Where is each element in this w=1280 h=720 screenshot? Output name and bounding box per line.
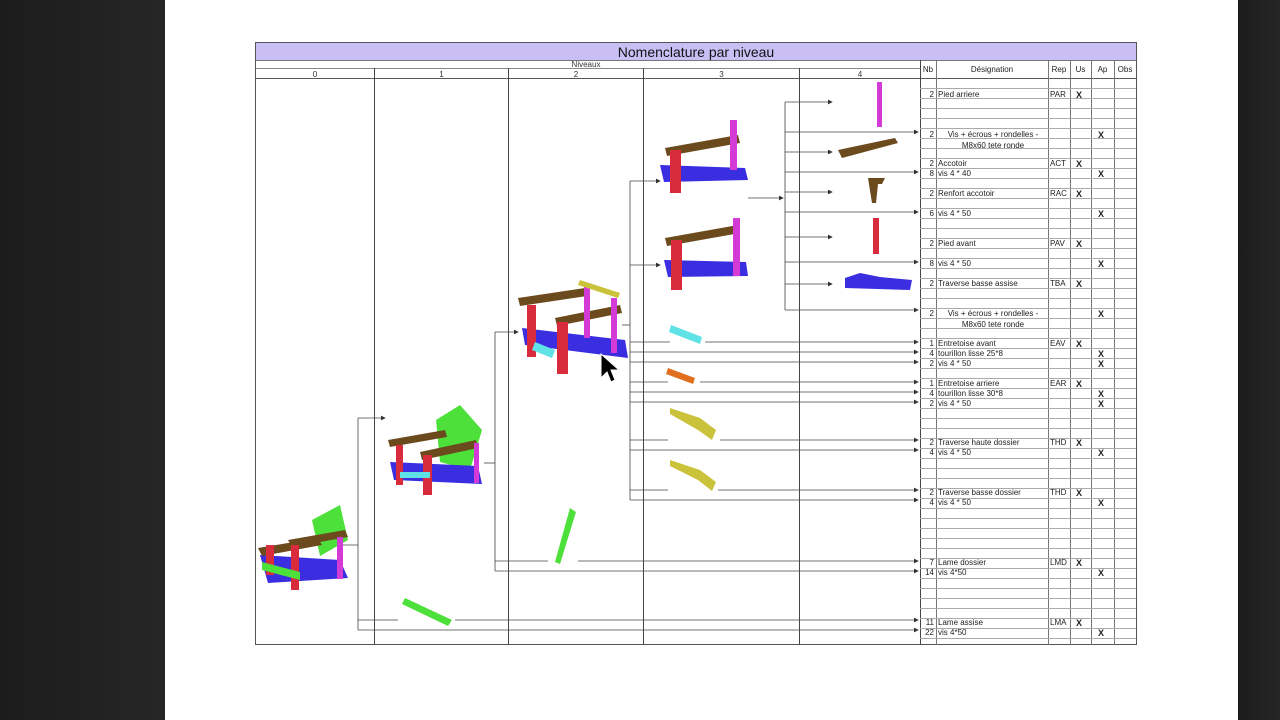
connector-lines: [340, 99, 919, 633]
part-entretoise-arriere: [666, 368, 695, 384]
part-pied-arriere: [877, 82, 882, 127]
side-assembly-1: [660, 120, 748, 193]
chair-sub-assembly-1: [388, 405, 482, 495]
part-pied-avant: [873, 218, 879, 254]
part-traverse-haute-dossier: [670, 408, 716, 440]
part-accotoir: [838, 138, 898, 158]
chair-frame-assembly: [518, 280, 628, 374]
side-assembly-2: [664, 218, 748, 290]
part-lame-dossier: [555, 508, 576, 564]
part-renfort-accotoir: [868, 178, 885, 203]
part-entretoise-avant: [669, 325, 702, 344]
mouse-cursor-icon: [600, 352, 621, 383]
assembly-diagram: [258, 82, 919, 633]
part-traverse-basse-dossier: [670, 460, 716, 491]
chair-full-assembly: [258, 505, 348, 590]
part-lame-assise: [402, 598, 452, 626]
part-traverse-basse-assise: [845, 273, 912, 290]
